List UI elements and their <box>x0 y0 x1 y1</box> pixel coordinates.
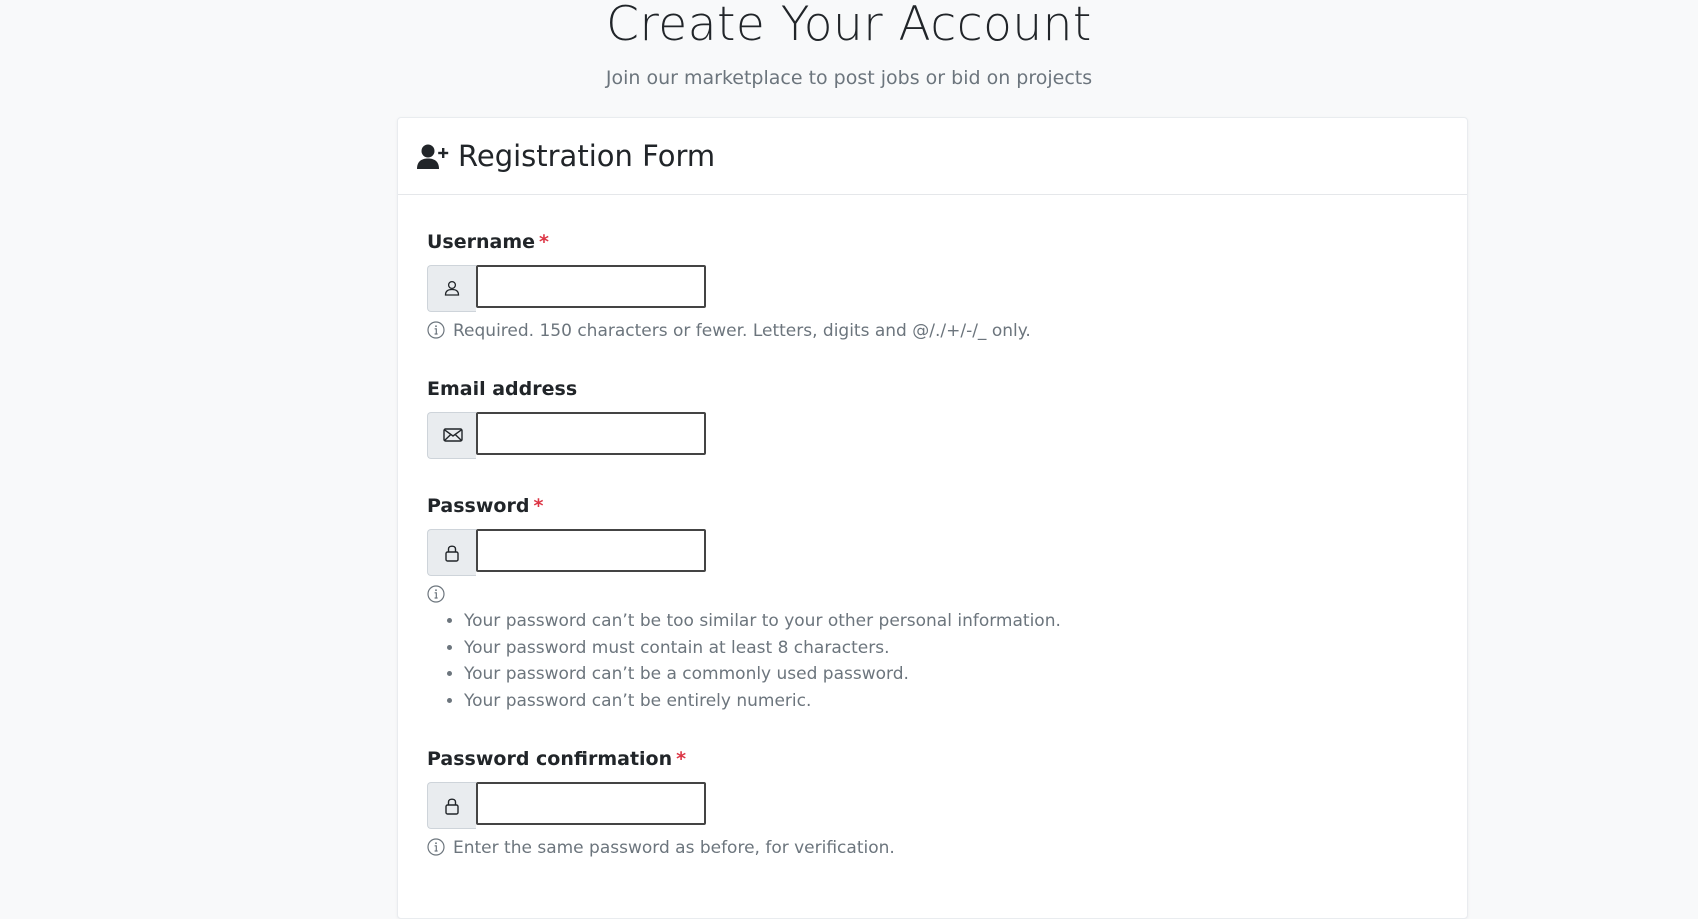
username-help-text: Required. 150 characters or fewer. Lette… <box>453 321 1031 341</box>
required-mark: * <box>676 748 687 770</box>
password-input-group <box>427 529 712 576</box>
user-plus-icon <box>417 143 449 171</box>
password-confirmation-input-group <box>427 782 712 829</box>
username-input-group <box>427 265 712 312</box>
username-label-text: Username <box>427 231 536 253</box>
list-item: Your password can’t be a commonly used p… <box>464 661 1061 688</box>
page-subtitle: Join our marketplace to post jobs or bid… <box>605 67 1093 89</box>
password-help-icon-row <box>427 583 453 610</box>
password-confirmation-help: Enter the same password as before, for v… <box>427 836 895 863</box>
list-item: Your password can’t be entirely numeric. <box>464 688 1061 715</box>
page-title: Create Your Account <box>606 0 1092 52</box>
username-input[interactable] <box>476 265 706 308</box>
email-label: Email address <box>427 376 577 402</box>
info-icon <box>427 321 445 346</box>
card-header: Registration Form <box>398 118 1467 195</box>
card-title: Registration Form <box>458 139 716 173</box>
email-input-group <box>427 412 712 459</box>
username-help: Required. 150 characters or fewer. Lette… <box>427 319 1031 346</box>
password-label-text: Password <box>427 495 530 517</box>
username-label: Username * <box>427 229 549 255</box>
password-label: Password * <box>427 493 543 519</box>
lock-icon <box>427 529 476 576</box>
envelope-icon <box>427 412 476 459</box>
password-confirmation-label: Password confirmation * <box>427 746 686 772</box>
email-input[interactable] <box>476 412 706 455</box>
password-confirmation-label-text: Password confirmation <box>427 748 673 770</box>
info-icon <box>427 585 445 610</box>
password-help-list: Your password can’t be too similar to yo… <box>427 608 1061 714</box>
info-icon <box>427 838 445 863</box>
password-confirmation-input[interactable] <box>476 782 706 825</box>
registration-card: Registration Form Username * Required. 15… <box>397 117 1468 919</box>
person-icon <box>427 265 476 312</box>
list-item: Your password must contain at least 8 ch… <box>464 635 1061 662</box>
list-item: Your password can’t be too similar to yo… <box>464 608 1061 635</box>
password-input[interactable] <box>476 529 706 572</box>
required-mark: * <box>539 231 549 253</box>
required-mark: * <box>533 495 544 517</box>
email-label-text: Email address <box>427 378 578 400</box>
password-confirmation-help-text: Enter the same password as before, for v… <box>453 838 895 858</box>
lock-icon <box>427 782 476 829</box>
